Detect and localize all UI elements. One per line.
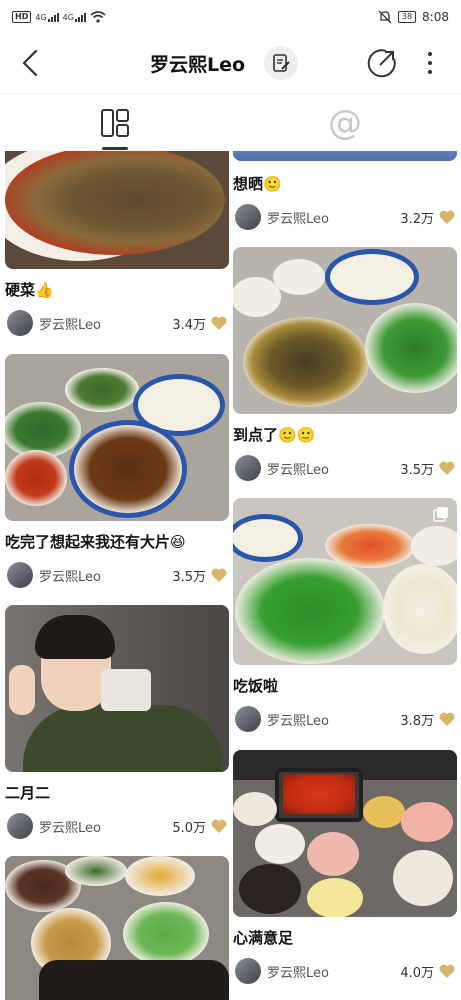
- post-meta: 罗云熙Leo 3.5万: [5, 561, 229, 589]
- chevron-left-icon: [22, 49, 38, 77]
- heart-icon[interactable]: [211, 568, 227, 582]
- wifi-icon: [90, 11, 106, 23]
- post-feed[interactable]: 硬菜👍 罗云熙Leo 3.4万 想晒🙂 罗云熙Leo 3.2万 到点了🙂🙂 罗云…: [0, 151, 461, 1000]
- grid-icon: [101, 109, 129, 137]
- heart-icon[interactable]: [439, 461, 455, 475]
- more-options-button[interactable]: [420, 48, 440, 78]
- post-image[interactable]: [233, 151, 457, 161]
- post-meta: 罗云熙Leo 4.0万: [233, 957, 457, 985]
- share-button[interactable]: [366, 47, 398, 79]
- like-count: 5.0万: [172, 820, 206, 836]
- post-title: 硬菜👍: [5, 281, 54, 299]
- dot-icon: [428, 61, 432, 65]
- post-image[interactable]: [5, 856, 229, 1000]
- top-bar: 罗云熙Leo: [0, 34, 461, 92]
- post-meta: 罗云熙Leo 3.8万: [233, 705, 457, 733]
- post-card[interactable]: 心满意足 罗云熙Leo 4.0万: [233, 750, 457, 985]
- network-type-2: 4G: [62, 12, 74, 22]
- share-icon: [367, 49, 396, 78]
- post-card[interactable]: 二月二 罗云熙Leo 5.0万: [5, 605, 229, 840]
- post-title: 想晒🙂: [233, 175, 282, 193]
- author-name[interactable]: 罗云熙Leo: [39, 817, 101, 836]
- post-meta: 罗云熙Leo 3.4万: [5, 309, 229, 337]
- heart-icon[interactable]: [439, 712, 455, 726]
- page-title: 罗云熙Leo: [150, 54, 246, 76]
- post-title: 到点了🙂🙂: [233, 426, 316, 444]
- post-meta: 罗云熙Leo 3.5万: [233, 454, 457, 482]
- post-image[interactable]: [5, 354, 229, 521]
- battery-icon: 38: [397, 11, 417, 23]
- like-count: 3.4万: [172, 317, 206, 333]
- mute-icon: [378, 10, 392, 24]
- author-name[interactable]: 罗云熙Leo: [39, 314, 101, 333]
- heart-icon[interactable]: [439, 964, 455, 978]
- post-title: 心满意足: [233, 929, 294, 947]
- note-button[interactable]: [264, 46, 298, 80]
- post-title: 吃完了想起来我还有大片😆: [5, 533, 186, 551]
- post-card[interactable]: 吃饭啦 罗云熙Leo 3.8万: [233, 498, 457, 733]
- post-image[interactable]: [5, 151, 229, 269]
- post-image[interactable]: [233, 247, 457, 414]
- post-title: 二月二: [5, 784, 51, 802]
- network-type: 4G: [35, 12, 47, 22]
- author-name[interactable]: 罗云熙Leo: [39, 566, 101, 585]
- tab-indicator: [102, 147, 128, 150]
- tab-mentions[interactable]: @: [230, 94, 460, 152]
- avatar[interactable]: [235, 706, 261, 732]
- post-meta: 罗云熙Leo 3.2万: [233, 203, 457, 231]
- heart-icon[interactable]: [439, 210, 455, 224]
- signal-icon-2: 4G: [62, 12, 86, 22]
- author-name[interactable]: 罗云熙Leo: [267, 710, 329, 729]
- author-name[interactable]: 罗云熙Leo: [267, 208, 329, 227]
- dot-icon: [428, 70, 432, 74]
- like-count: 4.0万: [400, 965, 434, 981]
- avatar[interactable]: [235, 455, 261, 481]
- avatar[interactable]: [235, 204, 261, 230]
- like-count: 3.5万: [400, 462, 434, 478]
- author-name[interactable]: 罗云熙Leo: [267, 962, 329, 981]
- like-count: 3.8万: [400, 713, 434, 729]
- heart-icon[interactable]: [211, 819, 227, 833]
- post-title: 吃饭啦: [233, 677, 279, 695]
- post-card[interactable]: 硬菜👍 罗云熙Leo 3.4万: [5, 151, 229, 337]
- battery-level: 38: [401, 12, 413, 21]
- heart-icon[interactable]: [211, 316, 227, 330]
- avatar[interactable]: [235, 958, 261, 984]
- multi-image-icon: [433, 507, 448, 522]
- post-card[interactable]: [5, 856, 229, 1000]
- tab-posts[interactable]: [0, 94, 230, 152]
- tab-bar: @: [0, 93, 461, 151]
- status-bar: HD 4G 4G 38 8:08: [0, 0, 461, 34]
- at-icon: @: [328, 103, 362, 143]
- post-card[interactable]: 想晒🙂 罗云熙Leo 3.2万: [233, 151, 457, 231]
- avatar[interactable]: [7, 310, 33, 336]
- hd-indicator: HD: [12, 11, 32, 23]
- post-card[interactable]: 到点了🙂🙂 罗云熙Leo 3.5万: [233, 247, 457, 482]
- dot-icon: [428, 52, 432, 56]
- edit-note-icon: [273, 54, 290, 72]
- post-image[interactable]: [233, 750, 457, 917]
- avatar[interactable]: [7, 562, 33, 588]
- like-count: 3.5万: [172, 569, 206, 585]
- clock: 8:08: [422, 10, 449, 24]
- post-image[interactable]: [233, 498, 457, 665]
- post-card[interactable]: 吃完了想起来我还有大片😆 罗云熙Leo 3.5万: [5, 354, 229, 589]
- signal-icon: 4G: [35, 12, 59, 22]
- author-name[interactable]: 罗云熙Leo: [267, 459, 329, 478]
- post-image[interactable]: [5, 605, 229, 772]
- post-meta: 罗云熙Leo 5.0万: [5, 812, 229, 840]
- back-button[interactable]: [18, 48, 44, 78]
- avatar[interactable]: [7, 813, 33, 839]
- like-count: 3.2万: [400, 211, 434, 227]
